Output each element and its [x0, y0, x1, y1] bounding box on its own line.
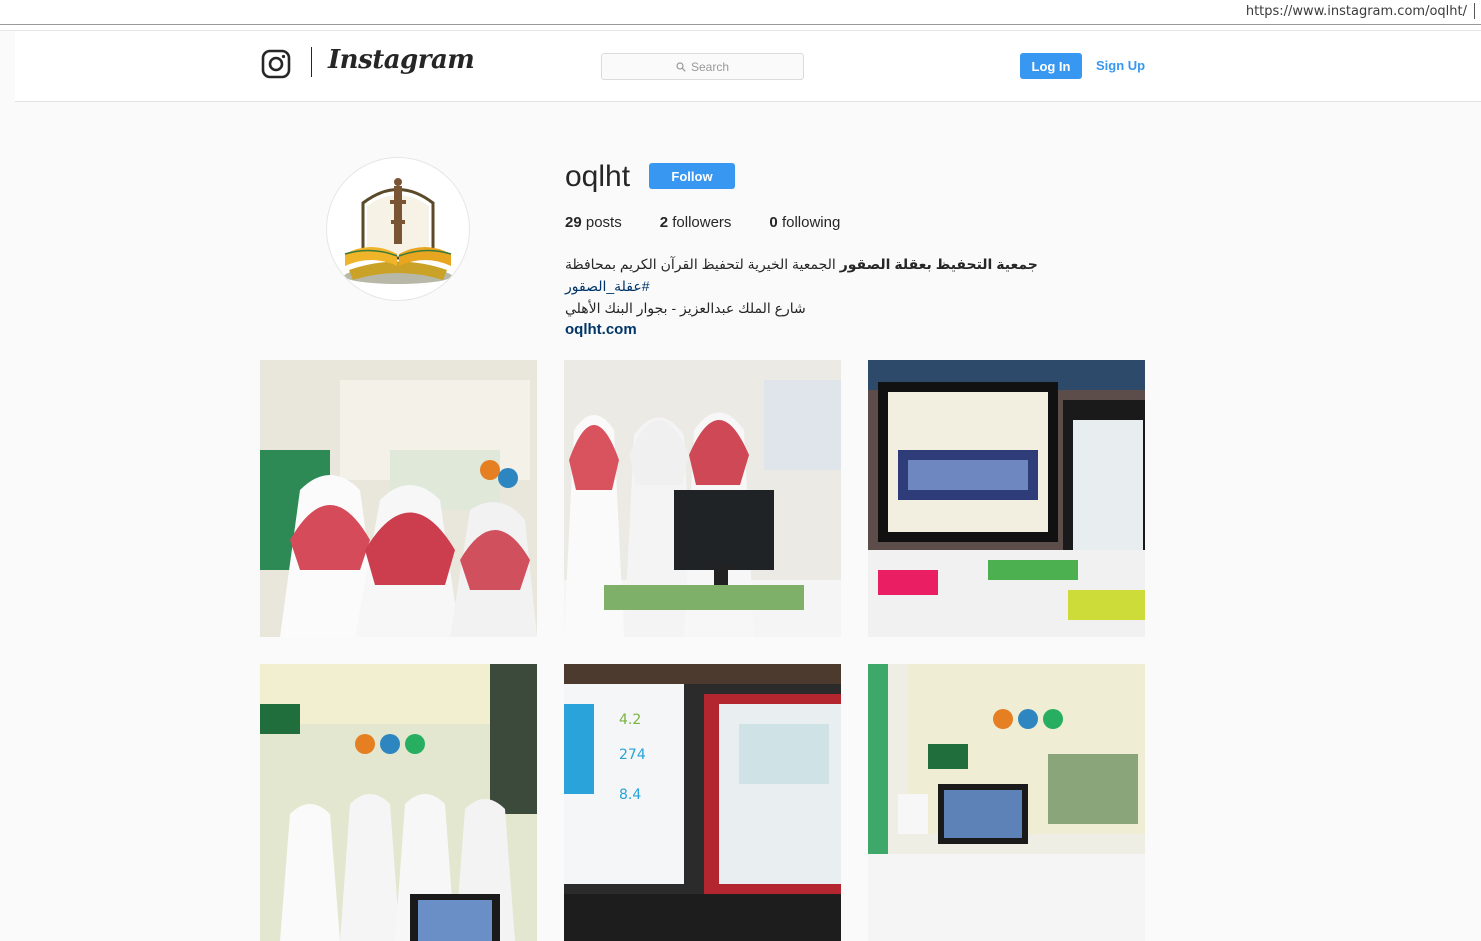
- logo-separator: [311, 47, 312, 77]
- post-tile[interactable]: [868, 664, 1145, 941]
- bio-name: جمعية التحفيظ بعقلة الصقور: [839, 256, 1038, 272]
- signup-link[interactable]: Sign Up: [1096, 58, 1145, 73]
- search-icon: [676, 61, 686, 72]
- avatar-logo-image: [344, 178, 452, 284]
- post-tile[interactable]: 4.2 274 8.4: [564, 664, 841, 941]
- post-tile[interactable]: [260, 360, 537, 637]
- profile-username: oqlht: [565, 160, 631, 193]
- bio-hashtag[interactable]: #عقلة_الصقور: [565, 278, 650, 294]
- following-count: 0: [769, 214, 778, 231]
- svg-text:4.2: 4.2: [619, 712, 641, 728]
- instagram-camera-icon[interactable]: [261, 49, 291, 79]
- instagram-wordmark[interactable]: Instagram: [328, 45, 475, 75]
- post-photo: [564, 360, 841, 637]
- posts-count: 29: [565, 214, 582, 231]
- top-navigation: Instagram Search Log In Sign Up: [15, 31, 1481, 102]
- follow-button[interactable]: Follow: [649, 163, 735, 189]
- svg-text:8.4: 8.4: [619, 787, 641, 803]
- post-photo: [260, 664, 537, 941]
- followers-count: 2: [659, 214, 669, 231]
- text-caret: [1474, 3, 1475, 19]
- browser-address-bar[interactable]: https://www.instagram.com/oqlht/: [0, 0, 1481, 25]
- post-tile[interactable]: [868, 360, 1145, 637]
- post-photo: 4.2 274 8.4: [564, 664, 841, 941]
- post-tile[interactable]: [564, 360, 841, 637]
- post-tile[interactable]: [260, 664, 537, 941]
- address-url[interactable]: https://www.instagram.com/oqlht/: [1246, 4, 1467, 19]
- post-photo: [868, 664, 1145, 941]
- posts-label: posts: [585, 214, 622, 231]
- followers-stat[interactable]: 2 followers: [660, 214, 732, 231]
- login-button[interactable]: Log In: [1020, 53, 1082, 79]
- search-placeholder: Search: [690, 59, 730, 74]
- posts-stat: 29 posts: [565, 214, 622, 231]
- profile-stats: 29 posts 2 followers 0 following: [565, 214, 878, 231]
- bio-line-1: جمعية التحفيظ بعقلة الصقور الجمعية الخير…: [565, 253, 1125, 297]
- profile-bio: جمعية التحفيظ بعقلة الصقور الجمعية الخير…: [565, 253, 1125, 341]
- following-label: following: [781, 214, 841, 231]
- website-link[interactable]: oqlht.com: [565, 319, 1125, 341]
- followers-label: followers: [672, 214, 732, 231]
- post-photo: [868, 360, 1145, 637]
- profile-avatar[interactable]: [326, 157, 470, 301]
- svg-text:274: 274: [619, 747, 646, 763]
- post-photo: [260, 360, 537, 637]
- search-input[interactable]: Search: [601, 53, 804, 80]
- bio-line-2: شارع الملك عبدالعزيز - بجوار البنك الأهل…: [565, 300, 806, 316]
- following-stat[interactable]: 0 following: [769, 214, 840, 231]
- bio-text: الجمعية الخيرية لتحفيظ القرآن الكريم بمح…: [565, 256, 840, 272]
